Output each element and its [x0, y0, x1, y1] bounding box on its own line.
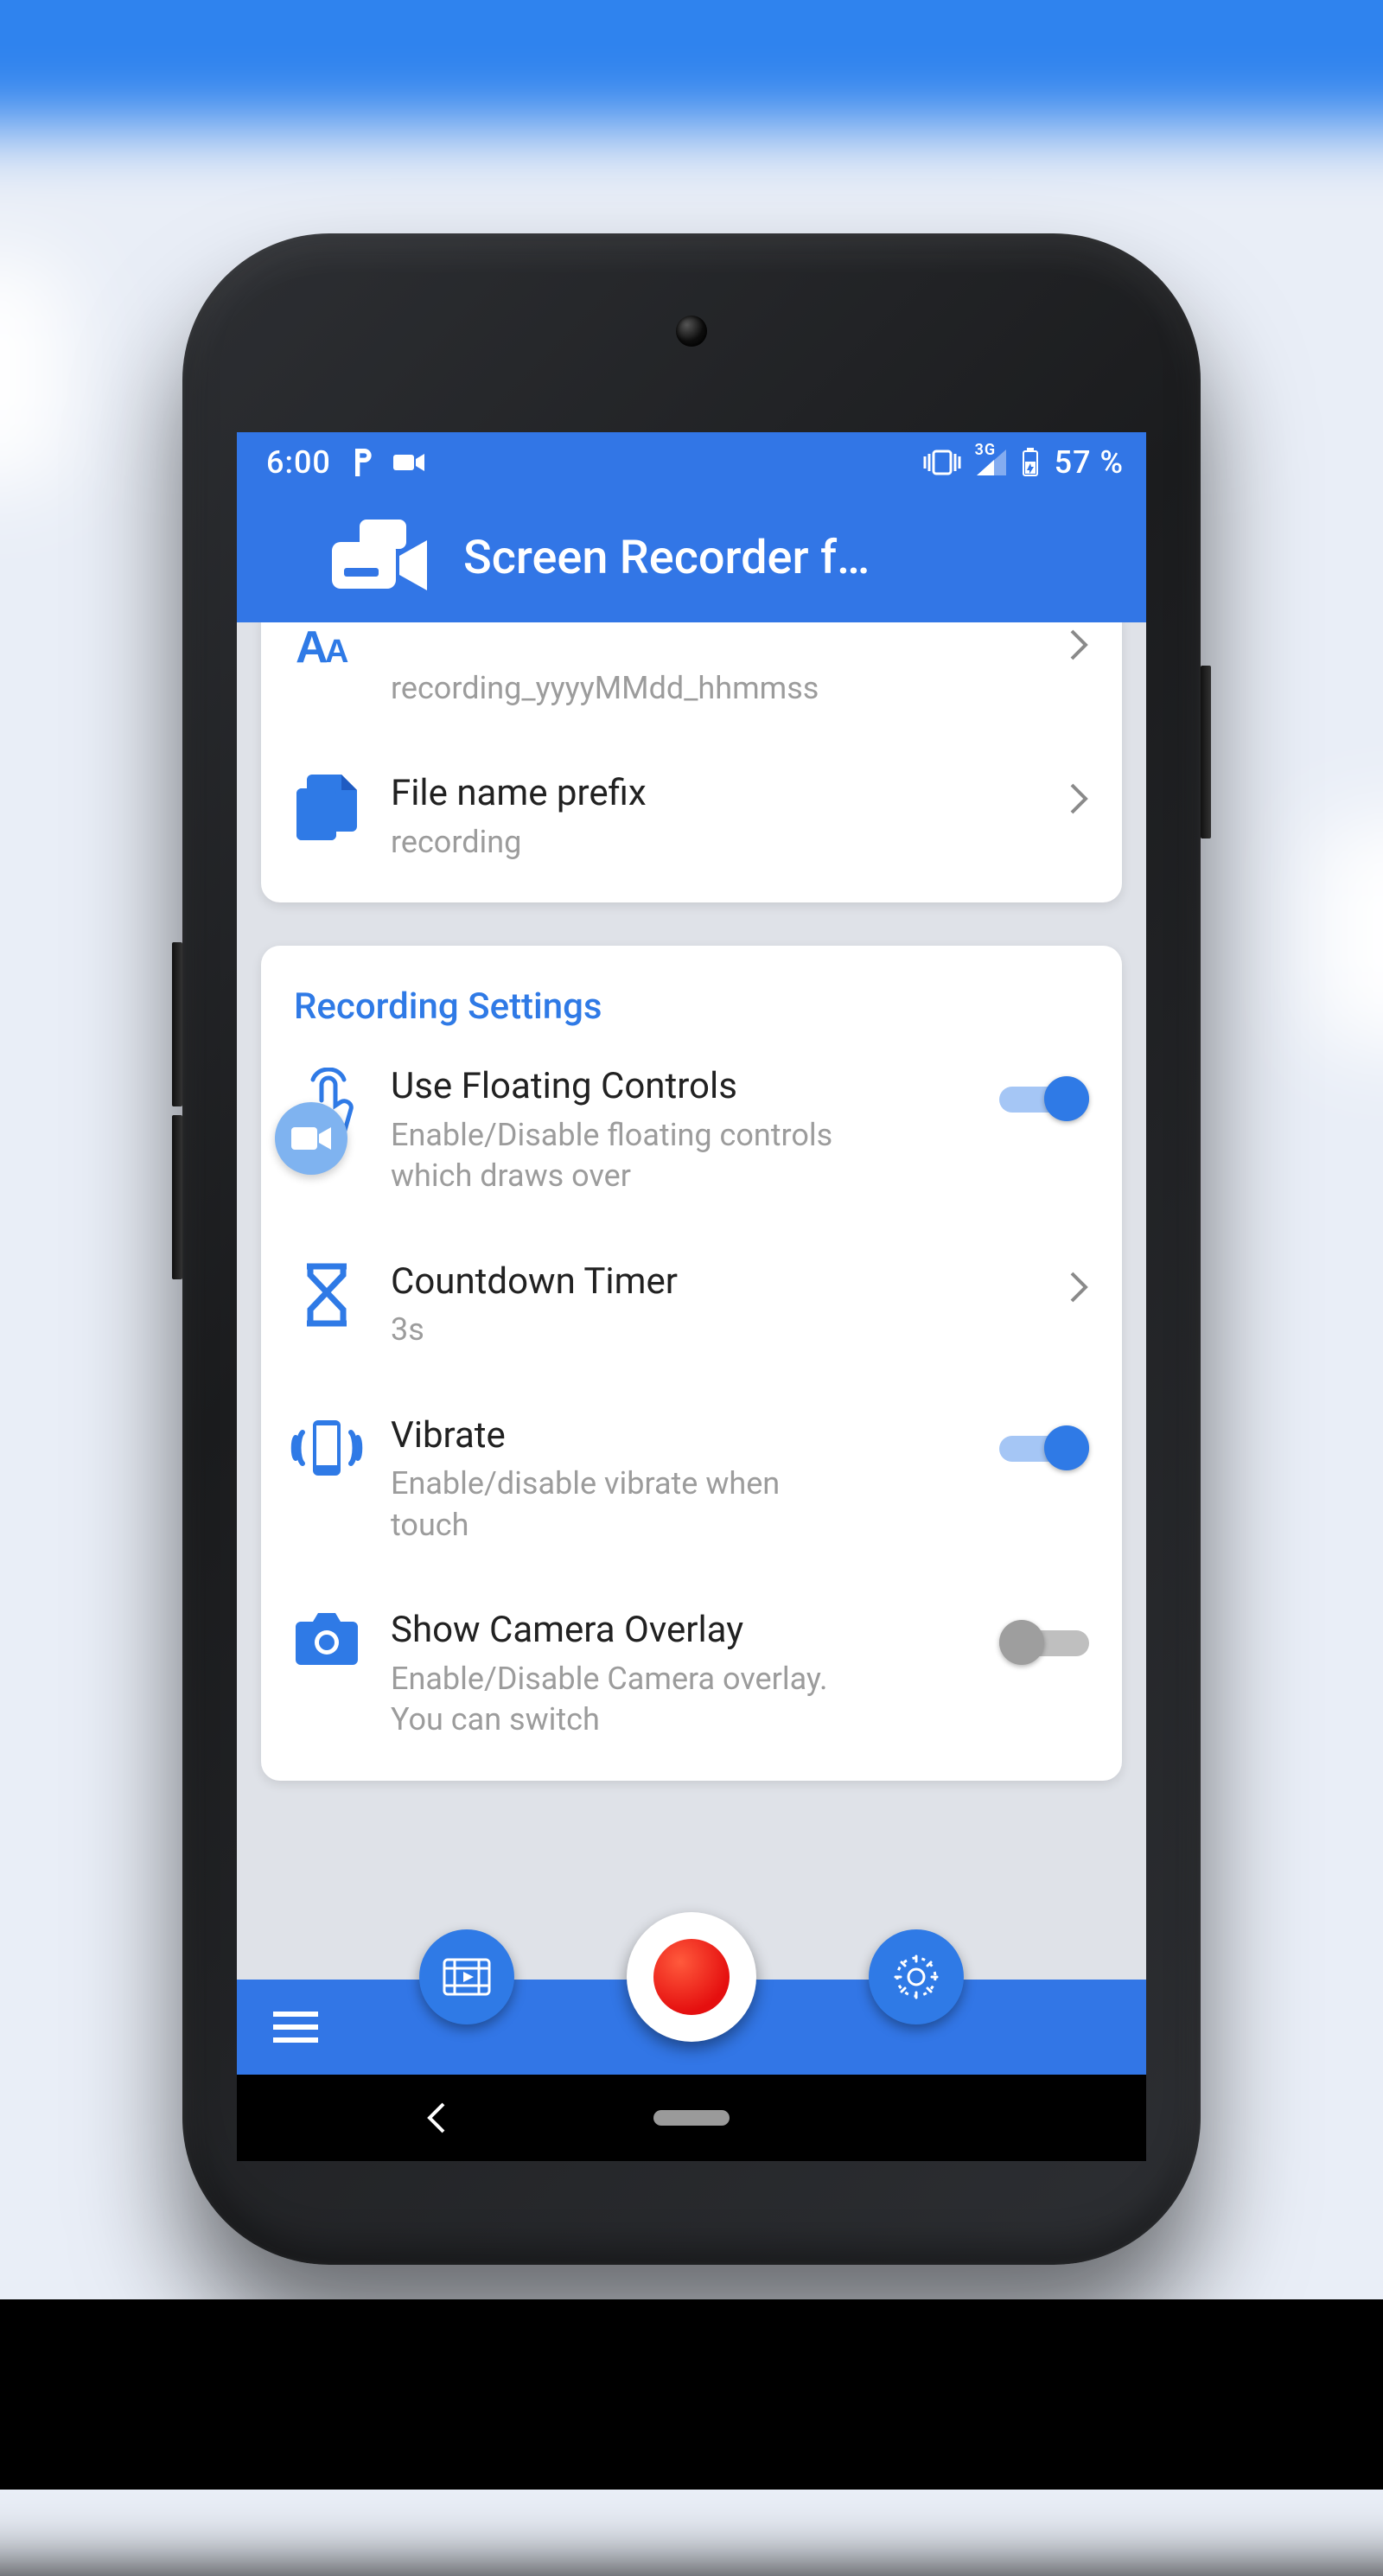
status-time: 6:00 — [266, 444, 331, 481]
chevron-right-icon — [1070, 1259, 1089, 1303]
setting-subtitle: Enable/Disable Camera overlay. You can s… — [391, 1659, 840, 1741]
record-button[interactable] — [627, 1912, 756, 2042]
setting-title: Countdown Timer — [391, 1259, 1042, 1305]
setting-subtitle: 3s — [391, 1310, 840, 1351]
vibrate-toggle[interactable] — [999, 1425, 1089, 1470]
floating-controls-row[interactable]: Use Floating Controls Enable/Disable flo… — [261, 1033, 1122, 1228]
phone-volume-up — [172, 942, 182, 1106]
app-bar: Screen Recorder f… — [237, 493, 1146, 622]
nav-home-pill[interactable] — [653, 2110, 730, 2126]
camera-overlay-row[interactable]: Show Camera Overlay Enable/Disable Camer… — [261, 1577, 1122, 1772]
file-name-format-row[interactable]: AA File name format recording_yyyyMMdd_h… — [261, 622, 1122, 740]
copy-file-icon — [290, 771, 363, 842]
setting-subtitle: recording — [391, 822, 840, 864]
file-settings-card: AA File name format recording_yyyyMMdd_h… — [261, 622, 1122, 902]
countdown-timer-row[interactable]: Countdown Timer 3s — [261, 1228, 1122, 1382]
vibrate-icon — [923, 450, 961, 475]
parking-icon — [350, 449, 374, 476]
vibrate-phone-icon — [290, 1413, 363, 1479]
signal-icon: 3G — [977, 450, 1006, 475]
camera-icon — [290, 1608, 363, 1665]
phone-frame: 6:00 3G 57 % — [182, 233, 1201, 2265]
battery-icon — [1022, 448, 1039, 477]
hourglass-icon — [290, 1259, 363, 1327]
recordings-library-button[interactable] — [419, 1929, 514, 2024]
setting-subtitle: Enable/Disable floating controls which d… — [391, 1115, 840, 1197]
recording-settings-card: Recording Settings Use Floating Controls… — [261, 946, 1122, 1781]
camera-overlay-toggle[interactable] — [999, 1620, 1089, 1665]
setting-subtitle: Enable/disable vibrate when touch — [391, 1463, 840, 1546]
phone-earpiece — [676, 316, 707, 347]
setting-title: Show Camera Overlay — [391, 1608, 972, 1654]
chevron-right-icon — [1070, 771, 1089, 814]
phone-power-button — [1201, 666, 1211, 838]
app-logo-icon — [320, 516, 432, 599]
settings-scroll-area[interactable]: AA File name format recording_yyyyMMdd_h… — [237, 622, 1146, 1980]
text-format-icon: AA — [290, 622, 363, 673]
section-title: Recording Settings — [261, 946, 1122, 1033]
floating-control-bubble[interactable] — [275, 1102, 347, 1175]
recording-indicator-icon — [393, 452, 424, 473]
setting-title: Vibrate — [391, 1413, 972, 1459]
file-name-prefix-row[interactable]: File name prefix recording — [261, 740, 1122, 894]
svg-text:A: A — [296, 622, 328, 673]
floating-controls-toggle[interactable] — [999, 1076, 1089, 1121]
phone-volume-down — [172, 1115, 182, 1279]
settings-button[interactable] — [869, 1929, 964, 2024]
status-bar: 6:00 3G 57 % — [237, 432, 1146, 493]
menu-icon[interactable] — [273, 2011, 318, 2044]
nav-back-icon[interactable] — [424, 2102, 450, 2133]
svg-text:A: A — [325, 634, 348, 670]
network-type-label: 3G — [975, 441, 997, 459]
chevron-right-icon — [1070, 622, 1089, 660]
setting-title: Use Floating Controls — [391, 1064, 972, 1110]
app-title: Screen Recorder f… — [463, 531, 1122, 585]
vibrate-row[interactable]: Vibrate Enable/disable vibrate when touc… — [261, 1382, 1122, 1578]
setting-subtitle: recording_yyyyMMdd_hhmmss — [391, 668, 1042, 710]
battery-percent: 57 % — [1055, 444, 1124, 481]
phone-screen: 6:00 3G 57 % — [237, 432, 1146, 2075]
android-nav-bar — [237, 2075, 1146, 2161]
background-bottom-shadow — [0, 2299, 1383, 2490]
setting-title: File name prefix — [391, 771, 1042, 817]
